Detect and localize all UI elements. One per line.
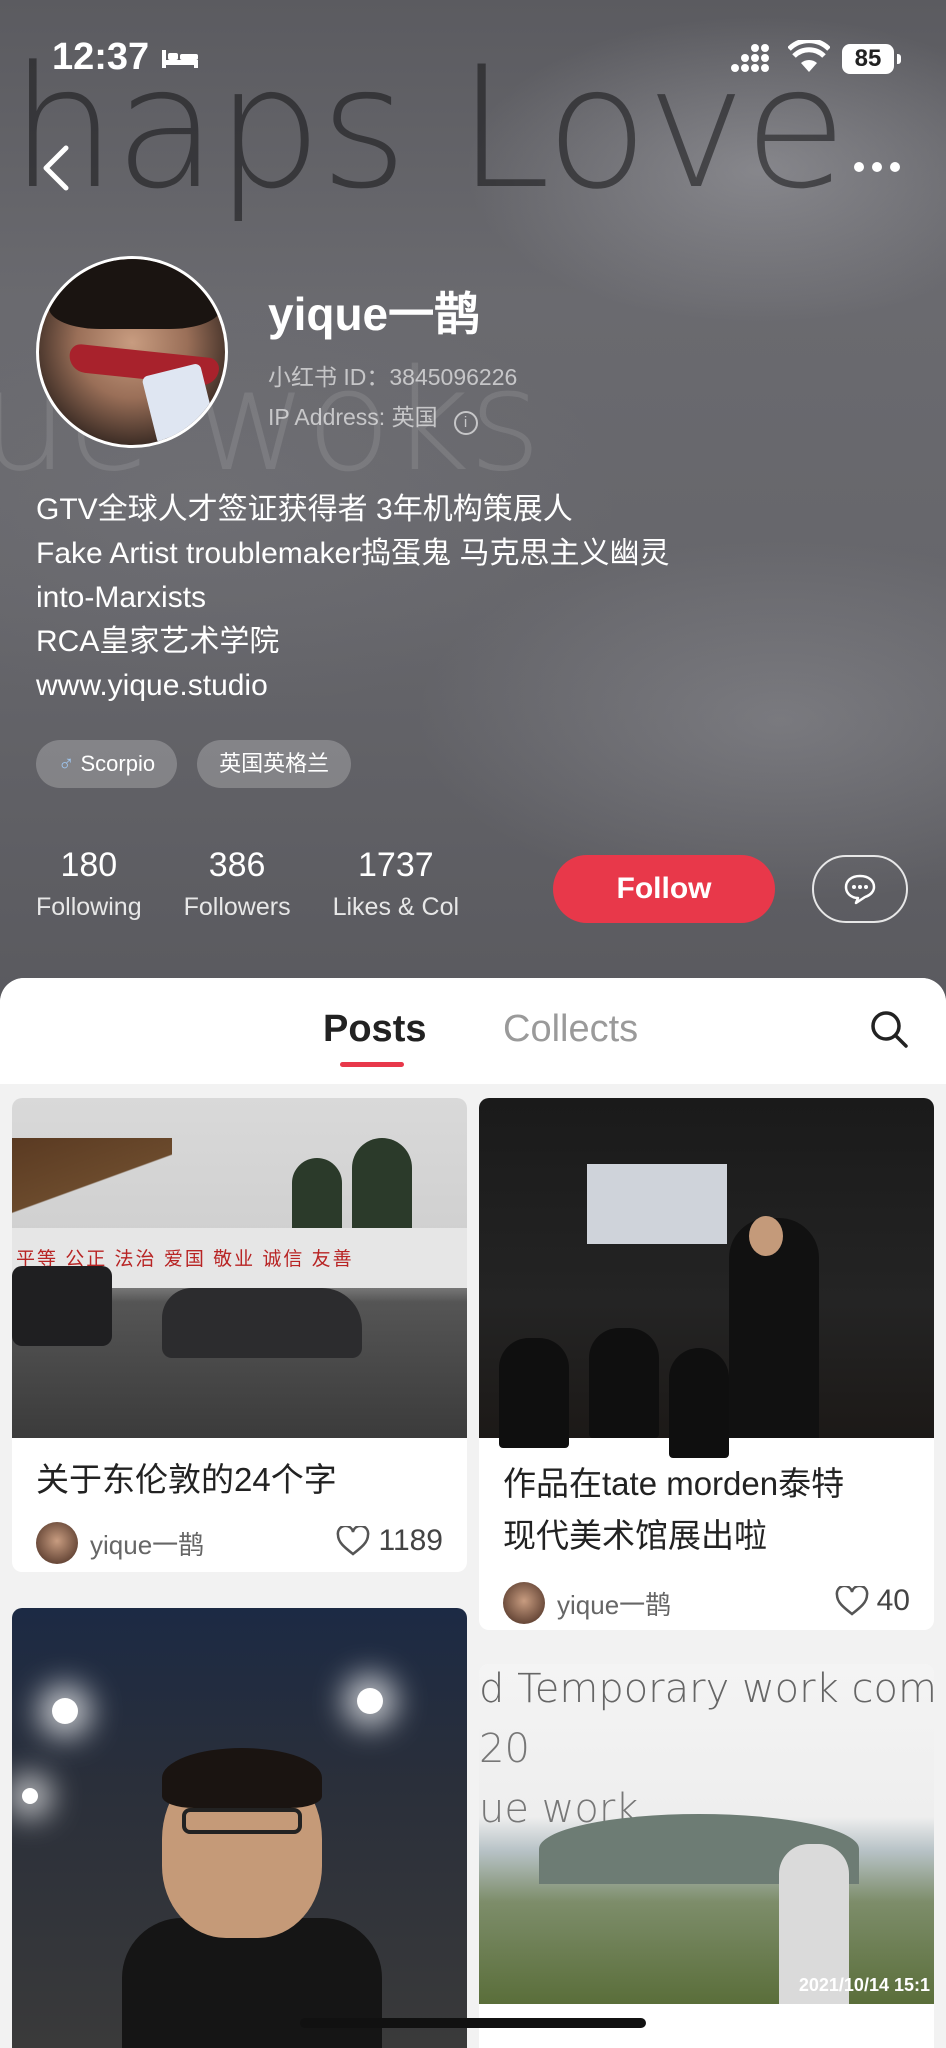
post-card[interactable] [12,1608,467,2048]
active-tab-indicator [340,1062,404,1067]
wifi-icon [788,40,830,72]
stat-following[interactable]: 180 Following [36,846,142,922]
stat-label: Likes & Col [332,893,460,921]
chat-bubble-icon [844,874,876,905]
profile-tags: ♂ Scorpio 英国英格兰 [36,740,352,788]
image-caption-text: 20 [479,1726,530,1772]
status-bar: 12:37 85 [0,0,946,120]
bio-line: RCA皇家艺术学院 [36,625,280,658]
bio-line: GTV全球人才签证获得者 3年机构策展人 [36,493,573,526]
post-card[interactable]: 作品在tate morden泰特 现代美术馆展出啦 yique一鹊 40 [479,1098,934,1630]
post-card[interactable]: d Temporary work comp 20 ue work 2021/10… [479,1664,934,2048]
bio-line: into-Marxists [36,581,207,614]
status-time: 12:37 [52,36,150,78]
content-sheet: Posts Collects 平等 公正 法治 爱国 敬业 诚信 友善 关于东伦… [0,978,946,2048]
post-title: 现代美术馆展出啦 [503,1517,767,1554]
bio-link[interactable]: www.yique.studio [36,664,916,708]
tab-collects[interactable]: Collects [503,1008,638,1051]
like-button[interactable]: 40 [835,1584,910,1618]
search-icon[interactable] [868,1008,910,1050]
ip-address-text: IP Address: 英国 [268,404,438,430]
tag-zodiac: ♂ Scorpio [36,740,178,788]
bio-line: Fake Artist troublemaker捣蛋鬼 马克思主义幽灵 [36,537,670,570]
profile-ip-address: IP Address: 英国 i [268,398,478,435]
stat-likes-collects[interactable]: 1737 Likes & Col [333,846,459,922]
info-icon[interactable]: i [453,411,478,435]
tag-label: Scorpio [80,751,156,776]
stat-value: 1737 [358,846,434,884]
post-image[interactable] [479,1098,934,1458]
like-count: 40 [876,1584,910,1617]
male-symbol-icon: ♂ [58,751,75,776]
heart-icon [835,1586,868,1616]
stat-value: 386 [208,846,266,884]
post-image[interactable]: d Temporary work comp 20 ue work 2021/10… [479,1664,934,2004]
battery-indicator: 85 [842,44,901,74]
stat-followers[interactable]: 386 Followers [184,846,291,922]
post-title: 关于东伦敦的24个字 [36,1461,337,1498]
profile-tabs: Posts Collects [0,978,946,1084]
post-author[interactable]: yique一鹊 [36,1522,204,1564]
profile-stats: 180 Following 386 Followers 1737 Likes &… [36,846,501,922]
image-date-stamp: 2021/10/14 15:1 [798,1975,930,1995]
message-button[interactable] [812,855,908,923]
author-name: yique一鹊 [557,1589,672,1620]
stat-value: 180 [60,846,118,884]
like-count: 1189 [378,1524,443,1557]
avatar [503,1582,545,1624]
tab-posts[interactable]: Posts [323,1008,426,1051]
cellular-signal-icon [731,44,769,72]
post-image[interactable] [12,1608,467,2048]
profile-username: yique一鹊 [268,288,481,340]
stat-label: Followers [183,893,291,921]
post-author[interactable]: yique一鹊 [503,1582,671,1624]
image-caption-text: d Temporary work comp [479,1666,934,1712]
profile-red-id[interactable]: 小红书 ID：3845096226 [268,358,517,392]
like-button[interactable]: 1189 [336,1524,443,1558]
sleep-focus-icon [162,50,198,68]
stat-label: Following [36,893,142,921]
profile-avatar[interactable] [36,256,228,448]
profile-bio: GTV全球人才签证获得者 3年机构策展人 Fake Artist trouble… [36,488,916,708]
back-arrow-icon[interactable] [36,140,76,196]
post-image[interactable]: 平等 公正 法治 爱国 敬业 诚信 友善 [12,1098,467,1438]
post-title: 作品在tate morden泰特 [503,1465,845,1502]
home-indicator[interactable] [300,2018,646,2028]
author-name: yique一鹊 [90,1529,205,1560]
post-card[interactable]: 平等 公正 法治 爱国 敬业 诚信 友善 关于东伦敦的24个字 yique一鹊 … [12,1098,467,1572]
tag-label: 英国英格兰 [219,751,330,776]
avatar [36,1522,78,1564]
more-options-icon[interactable] [852,160,902,174]
follow-button[interactable]: Follow [553,855,775,923]
tag-location: 英国英格兰 [197,740,352,788]
heart-icon [337,1526,370,1556]
